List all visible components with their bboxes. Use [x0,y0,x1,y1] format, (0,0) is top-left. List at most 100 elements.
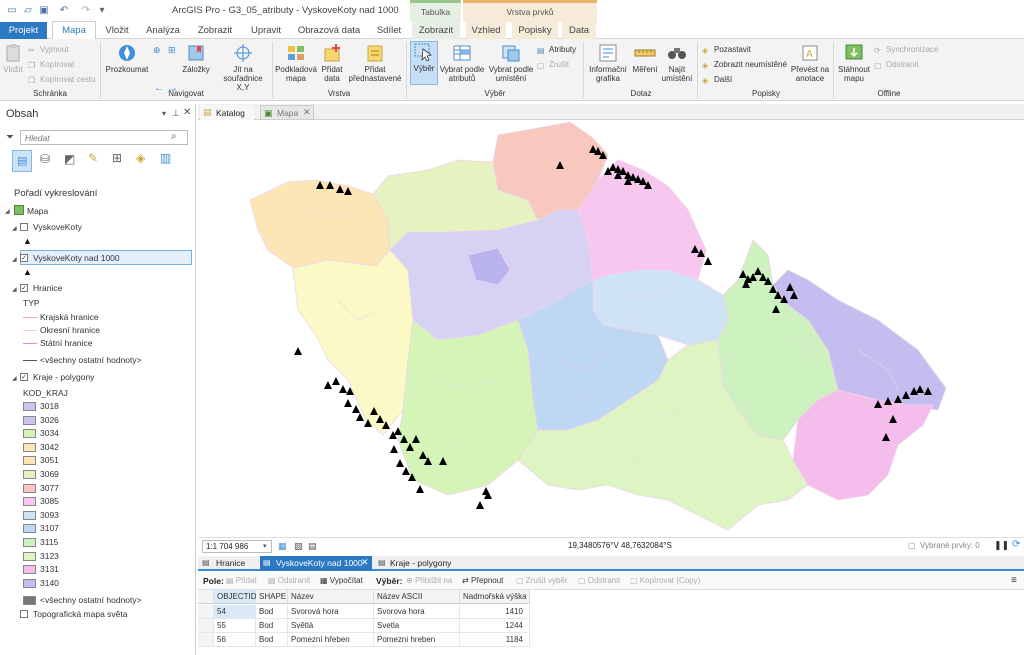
select-by-attributes-button[interactable]: Vybrat podle atributů [438,43,486,83]
tab-tabulka-zobrazit[interactable]: Zobrazit [412,22,460,39]
tab-zobrazit[interactable]: Zobrazit [192,22,238,39]
scale-select[interactable]: 1:1 704 986 ▾ [202,540,272,553]
view-unplaced-button[interactable]: ◈ Zobrazit neumístěné [702,60,787,70]
data-source-icon[interactable]: ⛁ [40,152,50,166]
cell[interactable]: Svetla [374,619,460,633]
copy-path-button[interactable]: ❐ Kopírovat cestu [28,75,96,85]
tab-analyza[interactable]: Analýza [142,22,184,39]
peak-marker[interactable] [324,381,332,389]
expand-hranice-icon[interactable]: ◢ [12,286,17,293]
cell[interactable]: 1184 [460,633,530,647]
info-graphics-button[interactable]: Informační grafika [588,43,628,83]
open-project-icon[interactable]: ▱ [22,5,34,17]
basemap-button[interactable]: Podkladová mapa [274,43,318,83]
tab-obrazova-data[interactable]: Obrazová data [294,22,364,39]
explore-button[interactable]: Prozkoumat [104,43,150,74]
copy-selected-button[interactable]: ▢ Kopírovat (Copy) [630,576,700,585]
kraje-checkbox[interactable]: ✓ [20,373,28,381]
measure-button[interactable]: Měření [630,43,660,74]
add-field-button[interactable]: ▤ Přidat [226,576,257,585]
tab-data[interactable]: Data [562,22,596,39]
copy-button[interactable]: ❐ Kopírovat [28,60,74,70]
pause-icon[interactable]: ❚❚ [994,540,1009,551]
tab-upravit[interactable]: Upravit [246,22,286,39]
close-tab-icon[interactable]: ✕ [361,557,369,568]
cell[interactable]: 1410 [460,605,530,619]
tab-vzhled[interactable]: Vzhled [466,22,506,39]
sync-button[interactable]: ⟳ Synchronizace [874,45,938,55]
add-preset-button[interactable]: Přidat přednastavené [346,43,404,83]
paste-button[interactable]: Vložit [2,43,24,74]
close-tab-icon[interactable]: ✕ [303,107,311,118]
peak-marker[interactable] [344,399,352,407]
table-icon[interactable]: ▤ [308,541,317,552]
map-canvas[interactable] [198,120,1024,537]
tab-hranice-table[interactable]: ▤ Hranice [200,557,256,570]
cut-button[interactable]: ✂ Vyjmout [28,45,69,55]
fixed-zoom-icon[interactable]: ⊞ [168,45,176,56]
select-by-location-button[interactable]: Vybrat podle umístění [486,43,536,83]
close-icon[interactable]: ✕ [183,107,191,118]
tab-map[interactable]: ▣ Mapa ✕ [260,105,314,120]
new-project-icon[interactable]: ▭ [6,5,18,17]
filter-icon[interactable]: ⏷ [6,132,14,143]
full-extent-icon[interactable]: ⊕ [153,45,161,56]
vyskove-checkbox[interactable] [20,223,28,231]
convert-to-annotation-button[interactable]: A Převést na anotace [790,43,830,83]
snapping-icon[interactable]: ⊞ [112,151,122,165]
tab-popisky[interactable]: Popisky [512,22,558,39]
delete-selected-button[interactable]: ▢ Odstranit [578,576,620,585]
tab-vyskove1000-table[interactable]: ▤ VyskoveKoty nad 1000 ✕ [260,556,372,571]
cell[interactable]: 55 [214,619,256,633]
remove-offline-button[interactable]: ▢ Odstranit [874,60,918,70]
column-header[interactable]: Nadmořská výška [460,590,530,604]
grid-icon[interactable]: ▦ [278,541,287,552]
editing-icon[interactable]: ✎ [88,151,98,165]
pin-icon[interactable]: ⊥ [172,108,180,119]
undo-icon[interactable]: ↶ [58,5,70,17]
peak-marker[interactable] [704,257,712,265]
attribute-table[interactable]: OBJECTID SHAPE Název Název ASCII Nadmořs… [198,590,1024,655]
cell[interactable]: Svorova hora [374,605,460,619]
peak-marker[interactable] [396,459,404,467]
peak-marker[interactable] [476,501,484,509]
vyskove1000-checkbox[interactable]: ✓ [20,254,28,262]
layer-kraje[interactable]: Kraje - polygony [33,372,94,382]
peak-marker[interactable] [390,445,398,453]
delete-field-button[interactable]: ▤ Odstranit [268,576,310,585]
tab-mapa[interactable]: Mapa [52,21,96,39]
refresh-icon[interactable]: ⟳ [1012,539,1020,550]
peak-marker[interactable] [294,347,302,355]
charts-icon[interactable]: ▥ [160,151,171,165]
zoom-to-button[interactable]: ⊕ Přiblížit na [406,576,452,585]
cell[interactable]: 56 [214,633,256,647]
column-header[interactable]: SHAPE [256,590,288,604]
redo-icon[interactable]: ↷ [80,5,92,17]
layer-vyskove1000[interactable]: VyskoveKoty nad 1000 [33,253,120,263]
cell[interactable]: Pomezní hřeben [288,633,374,647]
download-map-button[interactable]: Stáhnout mapu [836,43,872,83]
tab-kraje-table[interactable]: ▤ Kraje - polygony [376,557,456,570]
goto-xy-button[interactable]: Jít na souřadnice X,Y [220,43,266,92]
tab-catalog[interactable]: ▤ Katalog [200,105,254,120]
pause-labeling-button[interactable]: ◈ Pozastavit [702,45,751,55]
labeling-icon[interactable]: ◈ [136,151,145,165]
expand-map-icon[interactable]: ◢ [5,208,10,215]
expand-kraje-icon[interactable]: ◢ [12,375,17,382]
cell[interactable]: Pomezni hreben [374,633,460,647]
cell[interactable]: Svorová hora [288,605,374,619]
save-icon[interactable]: ▣ [38,5,50,17]
tab-sdilet[interactable]: Sdílet [370,22,408,39]
peak-marker[interactable] [416,485,424,493]
tab-projekt[interactable]: Projekt [0,22,47,39]
quick-access-menu-icon[interactable]: ▾ [96,5,108,17]
bookmarks-button[interactable]: Záložky [180,43,212,74]
locate-button[interactable]: Najít umístění [660,43,694,83]
select-button[interactable]: Výběr [410,41,438,85]
column-header[interactable]: OBJECTID [214,590,257,604]
map-view[interactable] [198,120,1024,537]
column-header[interactable]: Název ASCII [374,590,460,604]
menu-icon[interactable]: ≡ [1011,575,1017,586]
more-labeling-button[interactable]: ◈ Další [702,75,732,85]
clear-selection-button[interactable]: ▢ Zrušit [537,60,569,70]
